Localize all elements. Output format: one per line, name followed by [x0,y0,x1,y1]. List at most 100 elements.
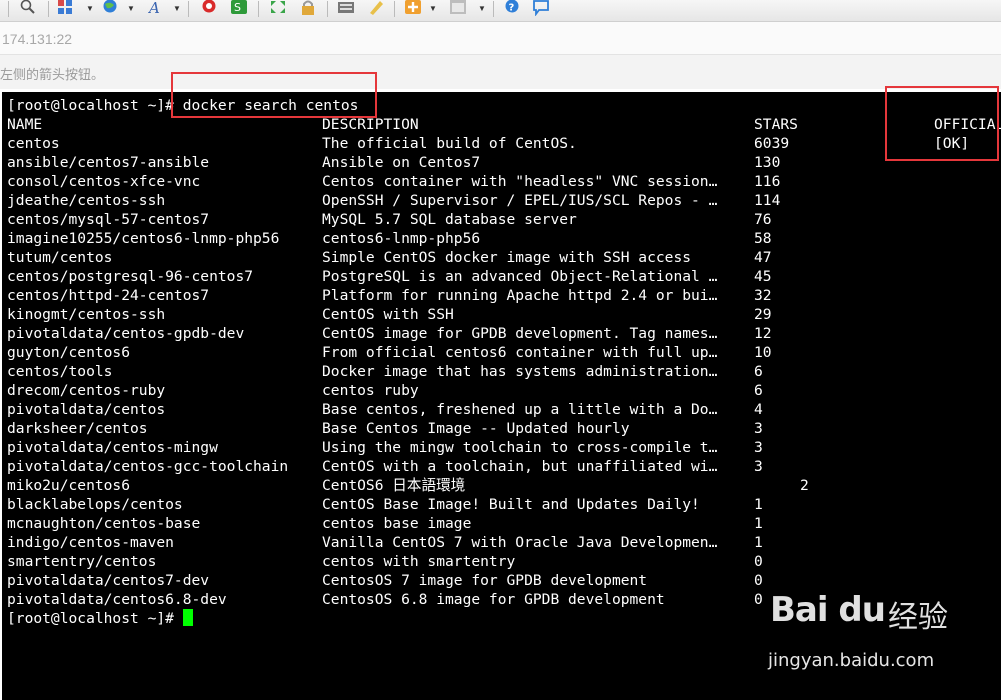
table-row: ansible/centos7-ansible Ansible on Centos… [7,153,997,172]
row-stars: 1 [754,534,763,551]
row-name: mcnaughton/centos-base [7,515,201,532]
toolbar-separator [327,1,328,17]
table-row: centos The official build of CentOS. 6039[… [7,134,997,153]
row-stars: 3 [754,439,763,456]
row-stars: 3 [754,458,763,475]
header-stars: STARS [754,116,798,133]
chevron-down-icon[interactable]: ▼ [86,4,94,13]
row-name: pivotaldata/centos-gcc-toolchain [7,458,289,475]
address-bar[interactable]: 174.131:22 [0,22,1001,55]
host-address[interactable]: 174.131:22 [2,31,72,47]
row-name: pivotaldata/centos-gpdb-dev [7,325,245,342]
table-row: consol/centos-xfce-vnc Centos container w… [7,172,997,191]
table-row: kinogmt/centos-ssh CentOS with SSH 29 [7,305,997,324]
hint-text: 左侧的箭头按钮。 [0,67,105,82]
row-stars: 58 [754,230,772,247]
row-name: guyton/centos6 [7,344,131,361]
chat-icon[interactable] [533,0,549,16]
table-row: pivotaldata/centos-mingw Using the mingw … [7,438,997,457]
table-header: NAME DESCRIPTION STARS OFFICIAL [7,115,1001,134]
row-name: indigo/centos-maven [7,534,174,551]
row-stars: 1 [754,496,763,513]
row-description: Using the mingw toolchain to cross-compi… [322,439,718,456]
help-icon[interactable]: ? [504,0,520,16]
row-name: smartentry/centos [7,553,157,570]
row-description: CentOS Base Image! Built and Updates Dai… [322,496,700,513]
keyboard-icon[interactable] [338,0,354,16]
row-stars: 6 [754,382,763,399]
row-description: centos ruby [322,382,419,399]
header-name: NAME [7,116,43,133]
row-stars: 130 [754,154,781,171]
row-name: pivotaldata/centos-mingw [7,439,218,456]
row-description: From official centos6 container with ful… [322,344,718,361]
row-stars: 1 [754,515,763,532]
row-name: centos/mysql-57-centos7 [7,211,210,228]
layout-icon[interactable] [57,0,73,16]
official-column-highlight-box [885,86,999,161]
row-description: Vanilla CentOS 7 with Oracle Java Develo… [322,534,718,551]
toolbar-separator [258,1,259,17]
row-description: Base Centos Image -- Updated hourly [322,420,630,437]
table-row: miko2u/centos6 CentOS6 日本語環境 2 [7,476,997,495]
row-description: CentOS6 日本語環境 [322,477,466,494]
row-name: blacklabelops/centos [7,496,183,513]
font-icon[interactable]: A [148,0,164,16]
table-row: centos/tools Docker image that has system… [7,362,997,381]
watermark-title: 经验 [888,600,948,635]
search-icon[interactable] [20,0,36,16]
row-name: miko2u/centos6 [7,477,131,494]
toolbar-separator [48,1,49,17]
table-row: indigo/centos-maven Vanilla CentOS 7 with… [7,533,997,552]
row-name: centos/httpd-24-centos7 [7,287,210,304]
row-stars: 6 [754,363,763,380]
table-row: mcnaughton/centos-base centos base image 1 [7,514,997,533]
row-description: centos6-lnmp-php56 [322,230,481,247]
svg-text:A: A [148,0,160,16]
watermark-url: jingyan.baidu.com [768,650,935,671]
row-description: CentosOS 6.8 image for GPDB development [322,591,665,608]
table-row: pivotaldata/centos7-dev CentosOS 7 image … [7,571,997,590]
row-name: pivotaldata/centos [7,401,166,418]
watermark-logo: Bai du [770,590,886,630]
row-description: Ansible on Centos7 [322,154,481,171]
table-row: tutum/centos Simple CentOS docker image w… [7,248,997,267]
pen-icon[interactable] [368,0,384,16]
table-row: jdeathe/centos-ssh OpenSSH / Supervisor /… [7,191,997,210]
row-description: Base centos, freshened up a little with … [322,401,718,418]
row-stars: 10 [754,344,772,361]
row-stars: 45 [754,268,772,285]
expand-icon[interactable] [270,0,286,16]
window-icon[interactable] [450,0,466,16]
row-description: MySQL 5.7 SQL database server [322,211,577,228]
row-name: centos/postgresql-96-centos7 [7,268,254,285]
row-description: CentOS with SSH [322,306,454,323]
globe-icon[interactable] [102,0,118,16]
hint-bar: 左侧的箭头按钮。 [0,55,1001,89]
toolbar: ▼ ▼ A ▼ S ▼ ▼ ? [0,0,1001,22]
lock-icon[interactable] [300,0,316,16]
row-name: drecom/centos-ruby [7,382,166,399]
row-name: pivotaldata/centos7-dev [7,572,210,589]
row-stars: 0 [754,572,763,589]
row-name: imagine10255/centos6-lnmp-php56 [7,230,280,247]
terminal-cursor [182,609,193,626]
chevron-down-icon[interactable]: ▼ [173,4,181,13]
chevron-down-icon[interactable]: ▼ [478,4,486,13]
record-icon[interactable] [201,0,217,16]
row-name: centos [7,135,60,152]
row-description: CentOS image for GPDB development. Tag n… [322,325,718,342]
chevron-down-icon[interactable]: ▼ [429,4,437,13]
row-stars: 6039 [754,135,790,152]
svg-text:?: ? [509,3,515,14]
row-name: ansible/centos7-ansible [7,154,210,171]
chevron-down-icon[interactable]: ▼ [127,4,135,13]
command-highlight-box [171,72,377,118]
table-row: guyton/centos6 From official centos6 cont… [7,343,997,362]
table-row: centos/httpd-24-centos7 Platform for runn… [7,286,997,305]
row-description: Simple CentOS docker image with SSH acce… [322,249,692,266]
add-icon[interactable] [405,0,421,16]
transfer-icon[interactable]: S [231,0,247,16]
table-row: smartentry/centos centos with smartentry 0 [7,552,997,571]
row-name: jdeathe/centos-ssh [7,192,166,209]
